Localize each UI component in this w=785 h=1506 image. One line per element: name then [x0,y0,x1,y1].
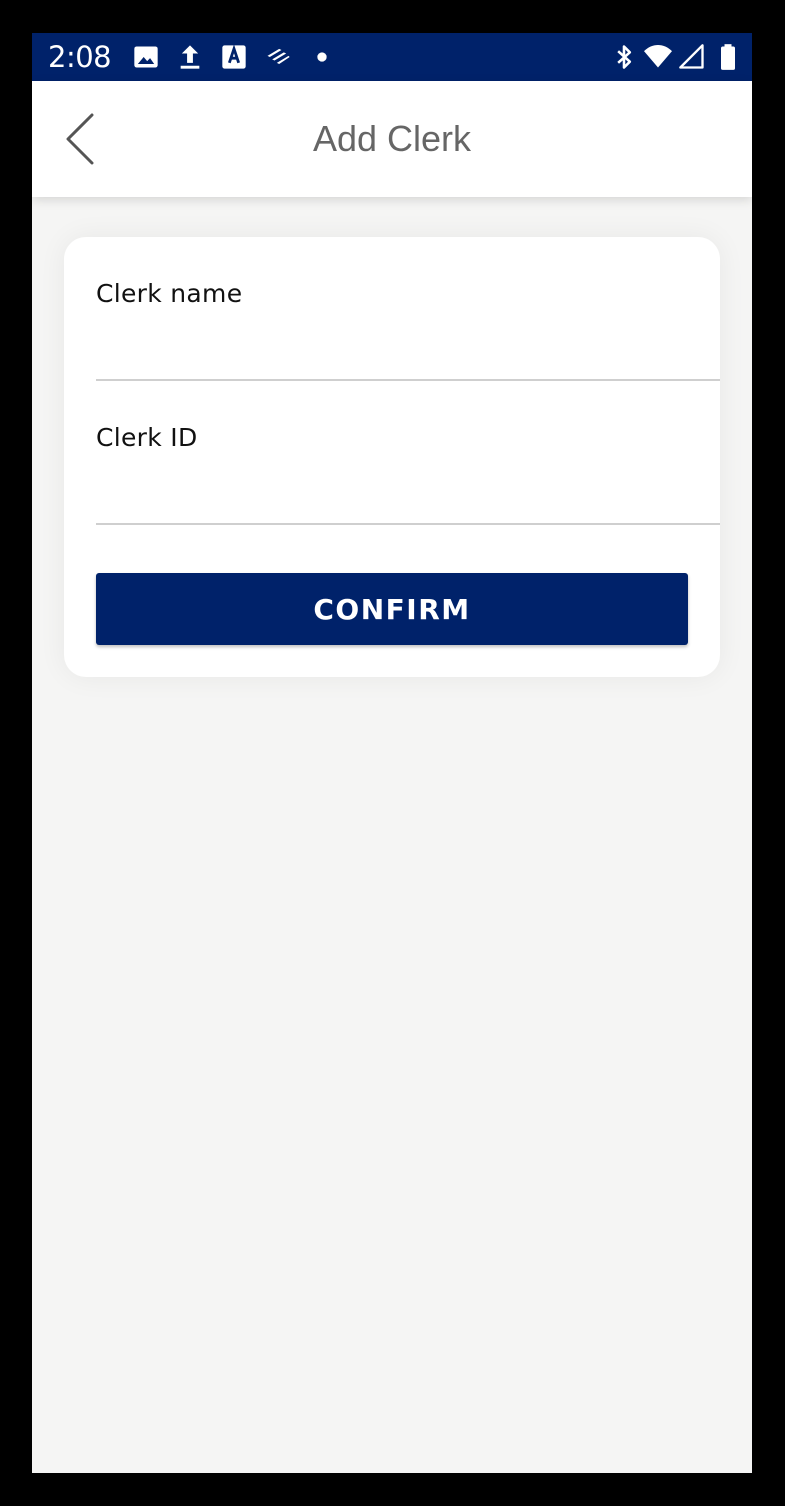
app-bar: Add Clerk [32,81,752,197]
image-icon [134,46,158,68]
back-button[interactable] [52,105,112,173]
upload-icon [180,45,200,69]
clerk-id-label: Clerk ID [96,423,198,452]
clerk-name-input[interactable] [96,317,720,369]
wifi-icon [644,45,672,68]
status-time: 2:08 [48,40,112,74]
app-screen: 2:08 Add Clerk Clerk name Clerk ID CONFI… [32,33,752,1473]
signal-icon [679,44,704,69]
chevron-left-icon [66,113,94,165]
confirm-button[interactable]: CONFIRM [96,573,688,645]
clerk-id-field: Clerk ID [96,381,720,525]
status-bar: 2:08 [32,33,752,81]
bluetooth-icon [617,45,632,69]
battery-icon [721,44,735,70]
bank-logo-icon [267,48,290,64]
clerk-name-field: Clerk name [96,237,720,381]
add-clerk-form: Clerk name Clerk ID CONFIRM [64,237,720,677]
clerk-id-input[interactable] [96,461,720,513]
page-title: Add Clerk [312,118,472,159]
dot-icon [317,52,327,62]
clerk-name-label: Clerk name [96,279,243,308]
translate-icon [222,44,246,69]
clerk-id-underline [96,523,720,525]
